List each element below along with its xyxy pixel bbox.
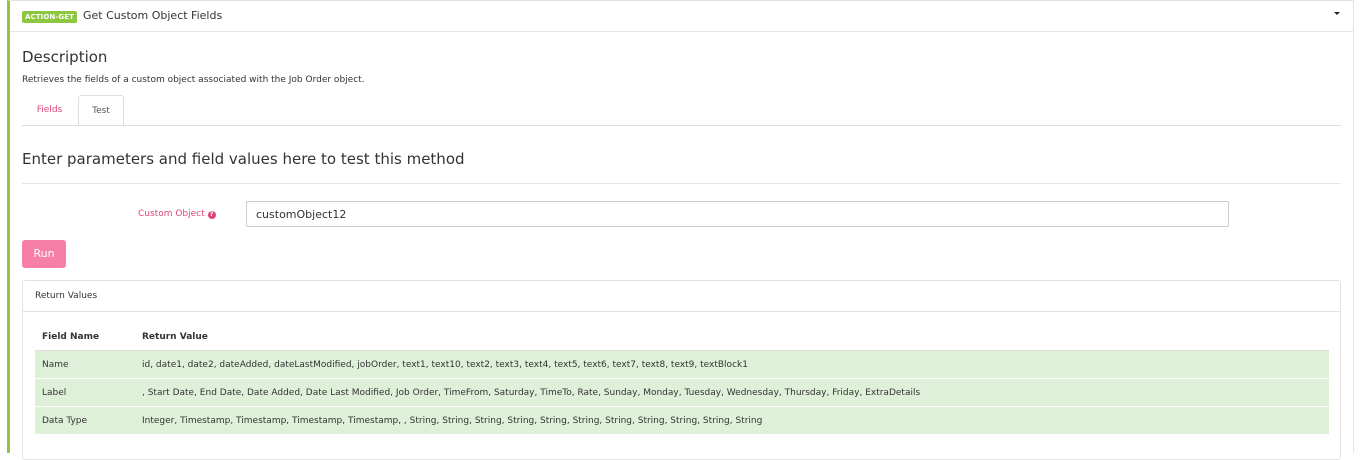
return-values-header: Return Values xyxy=(23,281,1340,312)
table-row: Data Type Integer, Timestamp, Timestamp,… xyxy=(35,406,1329,434)
tab-fields[interactable]: Fields xyxy=(22,95,77,125)
field-name-cell: Data Type xyxy=(35,406,135,434)
method-header[interactable]: ACTION-GET Get Custom Object Fields xyxy=(10,1,1353,32)
custom-object-label: Custom Object? xyxy=(138,208,216,220)
field-name-cell: Name xyxy=(35,350,135,379)
return-values-panel: Return Values Field Name Return Value Na… xyxy=(22,280,1341,460)
test-heading: Enter parameters and field values here t… xyxy=(22,150,465,168)
method-title: Get Custom Object Fields xyxy=(83,9,223,22)
table-header-row: Field Name Return Value xyxy=(35,323,1329,351)
return-value-cell: id, date1, date2, dateAdded, dateLastMod… xyxy=(135,350,1329,379)
custom-object-input[interactable] xyxy=(246,201,1229,227)
return-value-cell: Integer, Timestamp, Timestamp, Timestamp… xyxy=(135,406,1329,434)
field-name-cell: Label xyxy=(35,378,135,407)
question-circle-icon[interactable]: ? xyxy=(207,211,216,219)
table-row: Label , Start Date, End Date, Date Added… xyxy=(35,378,1329,407)
description-text: Retrieves the fields of a custom object … xyxy=(22,75,365,85)
method-badge: ACTION-GET xyxy=(22,11,77,23)
return-values-table: Field Name Return Value Name id, date1, … xyxy=(35,323,1329,434)
column-header-return-value: Return Value xyxy=(135,323,1329,351)
tab-test[interactable]: Test xyxy=(78,95,124,126)
run-button[interactable]: Run xyxy=(22,240,66,268)
return-value-cell: , Start Date, End Date, Date Added, Date… xyxy=(135,378,1329,407)
column-header-field-name: Field Name xyxy=(35,323,135,351)
custom-object-label-text: Custom Object xyxy=(138,209,205,219)
tabs-divider xyxy=(22,125,1341,126)
table-row: Name id, date1, date2, dateAdded, dateLa… xyxy=(35,350,1329,379)
description-heading: Description xyxy=(22,48,108,66)
return-values-title: Return Values xyxy=(35,291,98,301)
chevron-down-icon[interactable] xyxy=(1334,12,1340,15)
method-panel: ACTION-GET Get Custom Object Fields Desc… xyxy=(7,0,1354,460)
divider xyxy=(22,183,1341,184)
